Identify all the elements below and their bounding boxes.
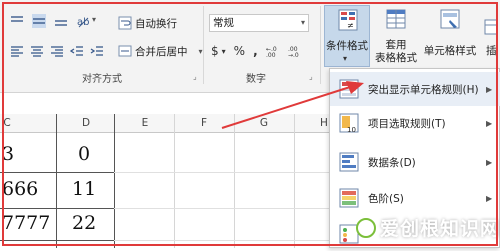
number-group-label: 数字 bbox=[246, 74, 266, 85]
align-left-icon[interactable] bbox=[10, 44, 24, 58]
align-row-top bbox=[10, 14, 72, 28]
orientation-dropdown-icon[interactable]: ▾ bbox=[92, 15, 96, 24]
watermark: 爱创根知识网 bbox=[356, 214, 500, 241]
increase-decimal-icon[interactable]: ←.0.00 bbox=[266, 44, 280, 58]
align-middle-icon[interactable] bbox=[32, 14, 46, 28]
number-dialog-launcher-icon[interactable]: ⌟ bbox=[309, 72, 313, 81]
group-divider bbox=[203, 6, 204, 84]
column-header-f[interactable]: F bbox=[174, 114, 234, 132]
comma-button[interactable]: , bbox=[253, 44, 258, 58]
submenu-arrow-icon: ▶ bbox=[486, 84, 493, 94]
menu-item-highlight-cells-rules[interactable]: 突出显示单元格规则(H) ▶ bbox=[330, 72, 500, 106]
number-format-combo[interactable]: 常规 ▾ bbox=[209, 14, 309, 32]
grid-line bbox=[0, 240, 114, 241]
insert-icon bbox=[484, 19, 498, 35]
conditional-format-label: 条件格式 bbox=[326, 40, 368, 52]
svg-text:→.0: →.0 bbox=[288, 52, 299, 58]
percent-button[interactable]: % bbox=[234, 44, 245, 58]
menu-item-color-scales[interactable]: 色阶(S) ▶ bbox=[330, 181, 500, 215]
conditional-format-button[interactable]: ≠ 条件格式 ▾ bbox=[324, 5, 370, 67]
grid-line bbox=[114, 114, 115, 248]
grid-line bbox=[114, 172, 334, 173]
column-header-c[interactable]: C bbox=[0, 114, 14, 132]
merge-dropdown-icon[interactable]: ▾ bbox=[199, 47, 203, 56]
merge-center-button[interactable]: 合并后居中 ▾ bbox=[118, 42, 203, 60]
orientation-icon[interactable]: ab bbox=[76, 14, 90, 28]
submenu-arrow-icon: ▶ bbox=[486, 157, 493, 167]
number-format-value: 常规 bbox=[213, 17, 234, 29]
currency-button[interactable]: $ bbox=[211, 44, 219, 58]
color-scales-icon bbox=[339, 188, 359, 208]
conditional-format-icon: ≠ bbox=[338, 9, 358, 31]
insert-label: 插 bbox=[486, 45, 497, 57]
align-right-icon[interactable] bbox=[50, 44, 64, 58]
grid-line bbox=[0, 172, 114, 173]
number-format-dropdown-icon[interactable]: ▾ bbox=[301, 15, 305, 31]
cell-c-row2[interactable]: 666 bbox=[2, 178, 38, 200]
submenu-arrow-icon: ▶ bbox=[486, 193, 493, 203]
increase-indent-icon[interactable] bbox=[90, 44, 104, 58]
alignment-group-label: 对齐方式 bbox=[82, 74, 122, 85]
currency-dropdown-icon[interactable]: ▾ bbox=[222, 47, 226, 56]
menu-item-top-bottom-rules[interactable]: 10 项目选取规则(T) ▶ bbox=[330, 106, 500, 140]
watermark-text: 爱创根知识网 bbox=[380, 218, 500, 240]
svg-text:10: 10 bbox=[347, 126, 356, 134]
align-bottom-icon[interactable] bbox=[54, 14, 68, 28]
top-bottom-rules-icon: 10 bbox=[339, 113, 359, 134]
submenu-arrow-icon: ▶ bbox=[486, 118, 493, 128]
cell-c-row1[interactable]: 3 bbox=[2, 143, 14, 165]
insert-button[interactable]: 插 bbox=[482, 5, 500, 67]
svg-text:≠: ≠ bbox=[347, 21, 354, 30]
cell-d-row3[interactable]: 22 bbox=[72, 212, 96, 234]
format-as-table-button[interactable]: 套用 表格格式 bbox=[374, 5, 418, 67]
cell-styles-icon bbox=[440, 9, 460, 29]
grid-line bbox=[0, 208, 114, 209]
cell-d-row1[interactable]: 0 bbox=[78, 143, 90, 165]
cell-styles-label: 单元格样式 bbox=[423, 45, 477, 57]
table-format-label-line2: 表格格式 bbox=[375, 52, 417, 64]
watermark-logo-icon bbox=[356, 217, 376, 238]
merge-center-label: 合并后居中 bbox=[135, 45, 188, 58]
menu-item-label: 项目选取规则(T) bbox=[368, 117, 446, 130]
column-header-g[interactable]: G bbox=[234, 114, 294, 132]
align-center-icon[interactable] bbox=[30, 44, 44, 58]
decrease-indent-icon[interactable] bbox=[70, 44, 84, 58]
alignment-dialog-launcher-icon[interactable]: ⌟ bbox=[193, 72, 197, 81]
menu-item-label: 数据条(D) bbox=[368, 156, 416, 169]
group-divider bbox=[320, 6, 321, 84]
grid-line bbox=[114, 240, 334, 241]
menu-item-data-bars[interactable]: 数据条(D) ▶ bbox=[330, 145, 500, 179]
menu-item-label: 色阶(S) bbox=[368, 192, 404, 205]
data-bars-icon bbox=[339, 152, 359, 172]
grid-line bbox=[294, 114, 295, 248]
menu-item-label: 突出显示单元格规则(H) bbox=[368, 83, 479, 96]
grid-line bbox=[56, 114, 57, 248]
grid-line bbox=[174, 114, 175, 248]
wrap-text-icon bbox=[118, 16, 132, 30]
align-top-icon[interactable] bbox=[10, 14, 24, 28]
align-row-bottom bbox=[10, 44, 106, 58]
wrap-text-label: 自动换行 bbox=[135, 17, 177, 30]
conditional-format-dropdown-icon: ▾ bbox=[343, 54, 348, 63]
cell-styles-button[interactable]: 单元格样式 bbox=[422, 5, 478, 67]
decrease-decimal-icon[interactable]: .00→.0 bbox=[288, 44, 302, 58]
column-header-d[interactable]: D bbox=[58, 114, 114, 132]
column-header-e[interactable]: E bbox=[116, 114, 174, 132]
grid-line bbox=[114, 208, 334, 209]
svg-text:.00: .00 bbox=[266, 52, 276, 58]
table-format-icon bbox=[386, 9, 406, 29]
number-buttons-row: $ ▾ % , ←.0.00 .00 →.0 bbox=[211, 44, 302, 58]
table-format-label-line1: 套用 bbox=[385, 39, 407, 51]
cell-c-row3[interactable]: 7777 bbox=[2, 212, 50, 234]
highlight-cells-rules-icon bbox=[339, 79, 359, 99]
wrap-text-button[interactable]: 自动换行 bbox=[118, 14, 177, 32]
grid-line bbox=[234, 114, 235, 248]
cell-d-row2[interactable]: 11 bbox=[72, 178, 96, 200]
merge-center-icon bbox=[118, 45, 132, 57]
